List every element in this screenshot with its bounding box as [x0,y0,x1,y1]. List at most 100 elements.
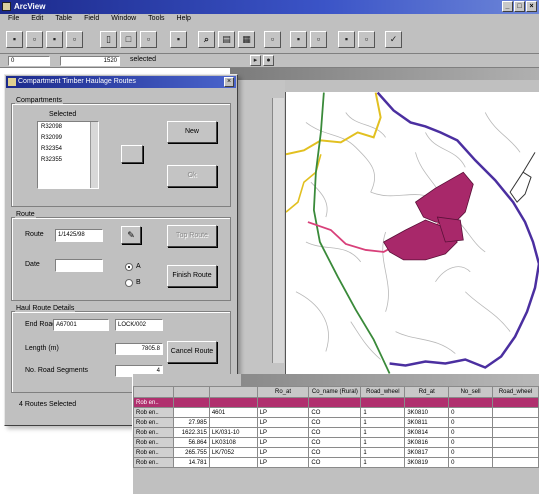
pan-icon[interactable]: ● [263,55,274,66]
column-header[interactable] [208,386,258,398]
length-field[interactable]: 7805.8 [115,343,163,355]
date-field[interactable] [55,259,103,272]
column-header[interactable]: Road_wheel [360,386,406,398]
row-header-cell[interactable]: Rob en.. [133,457,174,468]
print-icon[interactable]: ▪ [46,31,63,48]
table-cell[interactable]: 0 [448,437,493,448]
menu-field[interactable]: Field [80,14,107,26]
table-row[interactable]: Rob en.. 265.755 LK/7052 LP CO 1 3K0817 0 [133,447,539,458]
open-icon[interactable]: ▫ [26,31,43,48]
column-header[interactable] [172,386,210,398]
route-field[interactable]: 1/1425/98 [55,229,103,242]
table-cell[interactable]: LK03108 [208,437,258,448]
radio-a[interactable] [125,263,133,271]
copy-icon[interactable]: ▯ [100,31,117,48]
layout-icon[interactable]: ▪ [290,31,307,48]
table-cell[interactable]: 4601 [208,407,258,418]
row-header-cell[interactable]: Rob en.. [133,427,174,438]
table-cell[interactable]: CO [308,457,362,468]
table-cell[interactable] [256,397,310,408]
save-icon[interactable]: ▪ [6,31,23,48]
table-row[interactable]: Rob en.. 1622.315 LK/031-10 LP CO 1 3K0814 0 [133,427,539,438]
table-cell[interactable]: 0 [448,417,493,428]
table-cell[interactable]: 1 [360,407,406,418]
table-cell[interactable]: 56.864 [172,437,210,448]
table-cell[interactable] [491,447,539,458]
end-road-field-2[interactable]: LOCK/002 [115,319,163,331]
chart-icon[interactable]: ▫ [264,31,281,48]
table-cell[interactable]: 3K0811 [404,417,450,428]
table-cell[interactable]: LK/7052 [208,447,258,458]
ok-button[interactable]: Ok [167,165,217,187]
column-header[interactable] [133,386,174,398]
table-cell[interactable]: LP [256,417,310,428]
menu-edit[interactable]: Edit [27,14,51,26]
info-icon[interactable]: ▤ [218,31,235,48]
map-icon[interactable]: ▫ [358,31,375,48]
column-header[interactable]: Co_name (Rural) [308,386,362,398]
table-cell[interactable] [448,397,493,408]
table-cell[interactable] [491,457,539,468]
table-row[interactable]: Rob en.. 27.985 LP CO 1 3K0811 0 [133,417,539,428]
table-cell[interactable]: 14.781 [172,457,210,468]
table-cell[interactable] [360,397,406,408]
table-cell[interactable]: LP [256,447,310,458]
table-cell[interactable]: 0 [448,457,493,468]
pointer-icon[interactable]: ▸ [250,55,261,66]
table-cell[interactable]: 1622.315 [172,427,210,438]
map-canvas[interactable] [285,92,539,374]
table-cell[interactable]: CO [308,407,362,418]
table-cell[interactable] [491,437,539,448]
table-cell[interactable]: CO [308,437,362,448]
table-cell[interactable] [491,397,539,408]
table-cell[interactable]: 1 [360,457,406,468]
row-header-cell[interactable]: Rob en.. [133,407,174,418]
table-cell[interactable] [491,407,539,418]
table-cell[interactable] [491,427,539,438]
table-row[interactable]: Rob en.. [133,397,539,408]
list-item[interactable]: R32098 [38,122,98,133]
column-header[interactable]: Rd_at [404,386,450,398]
end-road-field[interactable]: A67001 [53,319,109,331]
table-cell[interactable] [208,457,258,468]
row-header-cell[interactable]: Rob en.. [133,447,174,458]
table-cell[interactable] [404,397,450,408]
column-header[interactable]: Road_wheel [491,386,539,398]
table-cell[interactable]: 1 [360,427,406,438]
top-route-button[interactable]: Top Route [167,225,217,247]
list-item[interactable]: R32355 [38,155,98,166]
select-icon[interactable]: ▫ [140,31,157,48]
menu-window[interactable]: Window [107,14,144,26]
table-cell[interactable]: 0 [448,447,493,458]
zoom-icon[interactable]: ⌕ [198,31,215,48]
table-cell[interactable] [491,417,539,428]
paste-icon[interactable]: □ [120,31,137,48]
table-cell[interactable]: 3K0817 [404,447,450,458]
table-cell[interactable]: 3K0819 [404,457,450,468]
table-row[interactable]: Rob en.. 14.781 LP CO 1 3K0819 0 [133,457,539,468]
table-cell[interactable]: 1 [360,437,406,448]
table-cell[interactable]: 265.755 [172,447,210,458]
list-item[interactable]: R32354 [38,144,98,155]
table-cell[interactable]: 0 [448,407,493,418]
table-cell[interactable]: LP [256,437,310,448]
table-cell[interactable]: 3K0816 [404,437,450,448]
new-button[interactable]: New [167,121,217,143]
menu-tools[interactable]: Tools [144,14,172,26]
edit-icon[interactable]: ▪ [338,31,355,48]
minimize-button[interactable]: _ [502,1,513,12]
table-row[interactable]: Rob en.. 56.864 LK03108 LP CO 1 3K0816 0 [133,437,539,448]
find-icon[interactable]: ▦ [238,31,255,48]
table-cell[interactable]: 1 [360,417,406,428]
table-cell[interactable] [208,417,258,428]
table-cell[interactable]: 3K0814 [404,427,450,438]
table-cell[interactable]: 3K0810 [404,407,450,418]
table-cell[interactable] [308,397,362,408]
map-scrollbar[interactable] [272,98,284,363]
table-cell[interactable]: CO [308,427,362,438]
list-item[interactable]: R32099 [38,133,98,144]
radio-b[interactable] [125,279,133,287]
menu-table[interactable]: Table [51,14,80,26]
menu-help[interactable]: Help [173,14,199,26]
menu-file[interactable]: File [4,14,27,26]
